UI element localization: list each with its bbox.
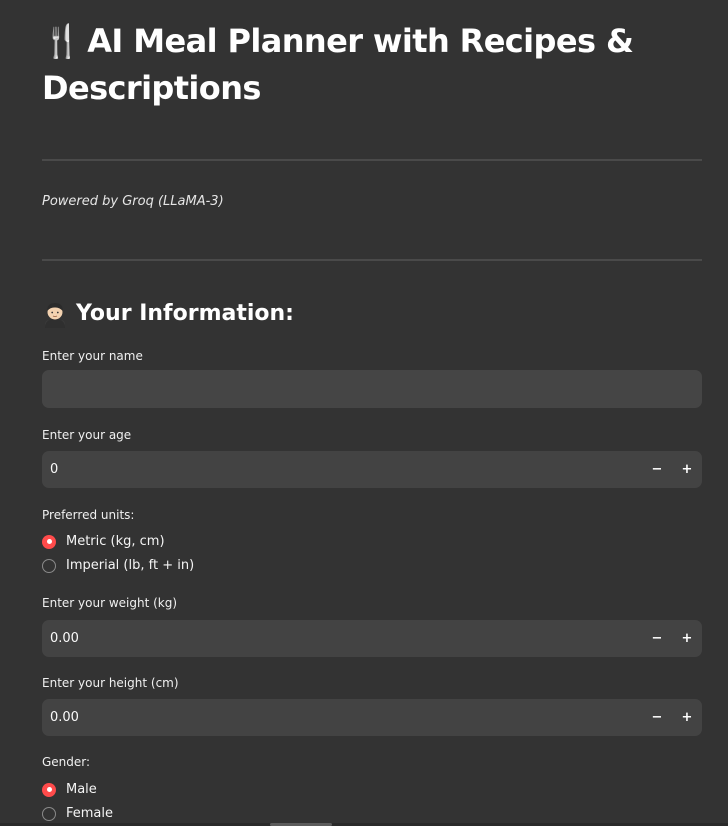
- weight-decrement-button[interactable]: −: [642, 620, 672, 657]
- weight-increment-button[interactable]: +: [672, 620, 702, 657]
- age-decrement-button[interactable]: −: [642, 451, 672, 488]
- height-number-input: 0.00 − +: [42, 699, 702, 736]
- page-title: 🍴 AI Meal Planner with Recipes & Descript…: [42, 18, 702, 112]
- name-input[interactable]: [42, 370, 702, 408]
- section-heading-text: Your Information:: [76, 301, 294, 326]
- height-label: Enter your height (cm): [42, 676, 179, 690]
- name-label: Enter your name: [42, 349, 143, 363]
- radio-selected-icon: [42, 534, 56, 549]
- gender-option-female-label: Female: [66, 806, 114, 821]
- age-label: Enter your age: [42, 428, 132, 442]
- age-increment-button[interactable]: +: [672, 451, 702, 488]
- fork-knife-icon: 🍴: [42, 22, 82, 60]
- height-increment-button[interactable]: +: [672, 699, 702, 736]
- page-title-text: AI Meal Planner with Recipes & Descripti…: [42, 22, 634, 107]
- section-heading: Your Information:: [42, 298, 294, 330]
- weight-label: Enter your weight (kg): [42, 596, 178, 610]
- radio-unselected-icon: [42, 558, 56, 573]
- height-decrement-button[interactable]: −: [642, 699, 672, 736]
- gender-label: Gender:: [42, 755, 91, 769]
- gender-option-female[interactable]: Female: [42, 806, 113, 821]
- gender-option-male[interactable]: Male: [42, 782, 97, 797]
- units-option-imperial-label: Imperial (lb, ft + in): [66, 558, 195, 573]
- app-page: 🍴 AI Meal Planner with Recipes & Descript…: [0, 0, 728, 826]
- powered-by-caption: Powered by Groq (LLaMA-3): [42, 194, 224, 209]
- weight-number-input: 0.00 − +: [42, 620, 702, 657]
- gender-option-male-label: Male: [66, 782, 97, 797]
- height-value[interactable]: 0.00: [42, 710, 642, 725]
- radio-selected-icon: [42, 782, 56, 797]
- age-number-input: 0 − +: [42, 451, 702, 488]
- weight-value[interactable]: 0.00: [42, 631, 642, 646]
- radio-unselected-icon: [42, 806, 56, 821]
- units-option-imperial[interactable]: Imperial (lb, ft + in): [42, 558, 194, 573]
- units-option-metric[interactable]: Metric (kg, cm): [42, 534, 165, 549]
- divider-bottom: [42, 259, 702, 261]
- units-label: Preferred units:: [42, 508, 135, 522]
- divider-top: [42, 159, 702, 161]
- person-icon: [45, 303, 65, 328]
- units-option-metric-label: Metric (kg, cm): [66, 534, 165, 549]
- age-value[interactable]: 0: [42, 462, 642, 477]
